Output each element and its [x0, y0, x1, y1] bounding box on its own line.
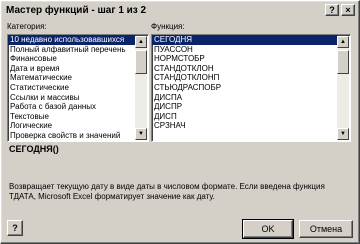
- scroll-down-icon[interactable]: ▼: [337, 128, 349, 140]
- function-scrollbar[interactable]: ▲ ▼: [337, 36, 349, 140]
- function-list-item[interactable]: СТЬЮДРАСПОБР: [152, 83, 338, 93]
- function-list-item[interactable]: НОРМСТОБР: [152, 54, 338, 64]
- category-items: 10 недавно использовавшихся Полный алфави…: [8, 35, 148, 141]
- category-list-item[interactable]: Математические: [8, 73, 136, 83]
- help-title-button[interactable]: ?: [325, 4, 339, 16]
- function-description: Возвращает текущую дату в виде даты в чи…: [9, 182, 325, 201]
- function-list-item[interactable]: СТАНДОТКЛОНП: [152, 73, 338, 83]
- scroll-thumb[interactable]: [337, 50, 349, 74]
- function-items: СЕГОДНЯ ПУАССОН НОРМСТОБР СТАНДОТКЛОН СТАНДО…: [152, 35, 350, 131]
- scroll-down-icon[interactable]: ▼: [135, 128, 147, 140]
- category-list-item[interactable]: Статистические: [8, 83, 136, 93]
- category-list-item[interactable]: Логические: [8, 121, 136, 131]
- function-list-item[interactable]: ПУАССОН: [152, 45, 338, 55]
- scroll-up-icon[interactable]: ▲: [337, 36, 349, 48]
- function-list-item[interactable]: ДИСПА: [152, 93, 338, 103]
- title-bar[interactable]: Мастер функций - шаг 1 из 2 ? ×: [3, 3, 357, 18]
- function-label: Функция:: [151, 22, 185, 31]
- function-list-item[interactable]: СТАНДОТКЛОН: [152, 64, 338, 74]
- category-scrollbar[interactable]: ▲ ▼: [135, 36, 147, 140]
- function-listbox[interactable]: СЕГОДНЯ ПУАССОН НОРМСТОБР СТАНДОТКЛОН СТАНДО…: [151, 34, 351, 142]
- function-signature: СЕГОДНЯ(): [9, 144, 59, 154]
- function-list-item[interactable]: ДИСП: [152, 112, 338, 122]
- category-list-item[interactable]: Финансовые: [8, 54, 136, 64]
- category-label: Категория:: [7, 22, 47, 31]
- cancel-button[interactable]: Отмена: [299, 220, 353, 238]
- close-button[interactable]: ×: [341, 4, 355, 16]
- category-list-item[interactable]: Дата и время: [8, 64, 136, 74]
- ok-button[interactable]: OK: [242, 219, 294, 239]
- function-wizard-dialog: Мастер функций - шаг 1 из 2 ? × Категори…: [0, 0, 360, 244]
- category-list-item[interactable]: 10 недавно использовавшихся: [8, 35, 136, 45]
- category-list-item[interactable]: Ссылки и массивы: [8, 93, 136, 103]
- category-list-item[interactable]: Проверка свойств и значений: [8, 131, 136, 141]
- function-list-item[interactable]: СЕГОДНЯ: [152, 35, 338, 45]
- scroll-up-icon[interactable]: ▲: [135, 36, 147, 48]
- category-list-item[interactable]: Работа с базой данных: [8, 102, 136, 112]
- scroll-thumb[interactable]: [135, 50, 147, 74]
- category-list-item[interactable]: Полный алфавитный перечень: [8, 45, 136, 55]
- dialog-title: Мастер функций - шаг 1 из 2: [6, 5, 147, 16]
- function-list-item[interactable]: СРЗНАЧ: [152, 121, 338, 131]
- help-icon[interactable]: ?: [7, 220, 23, 236]
- category-list-item[interactable]: Текстовые: [8, 112, 136, 122]
- category-listbox[interactable]: 10 недавно использовавшихся Полный алфави…: [7, 34, 149, 142]
- function-list-item[interactable]: ДИСПР: [152, 102, 338, 112]
